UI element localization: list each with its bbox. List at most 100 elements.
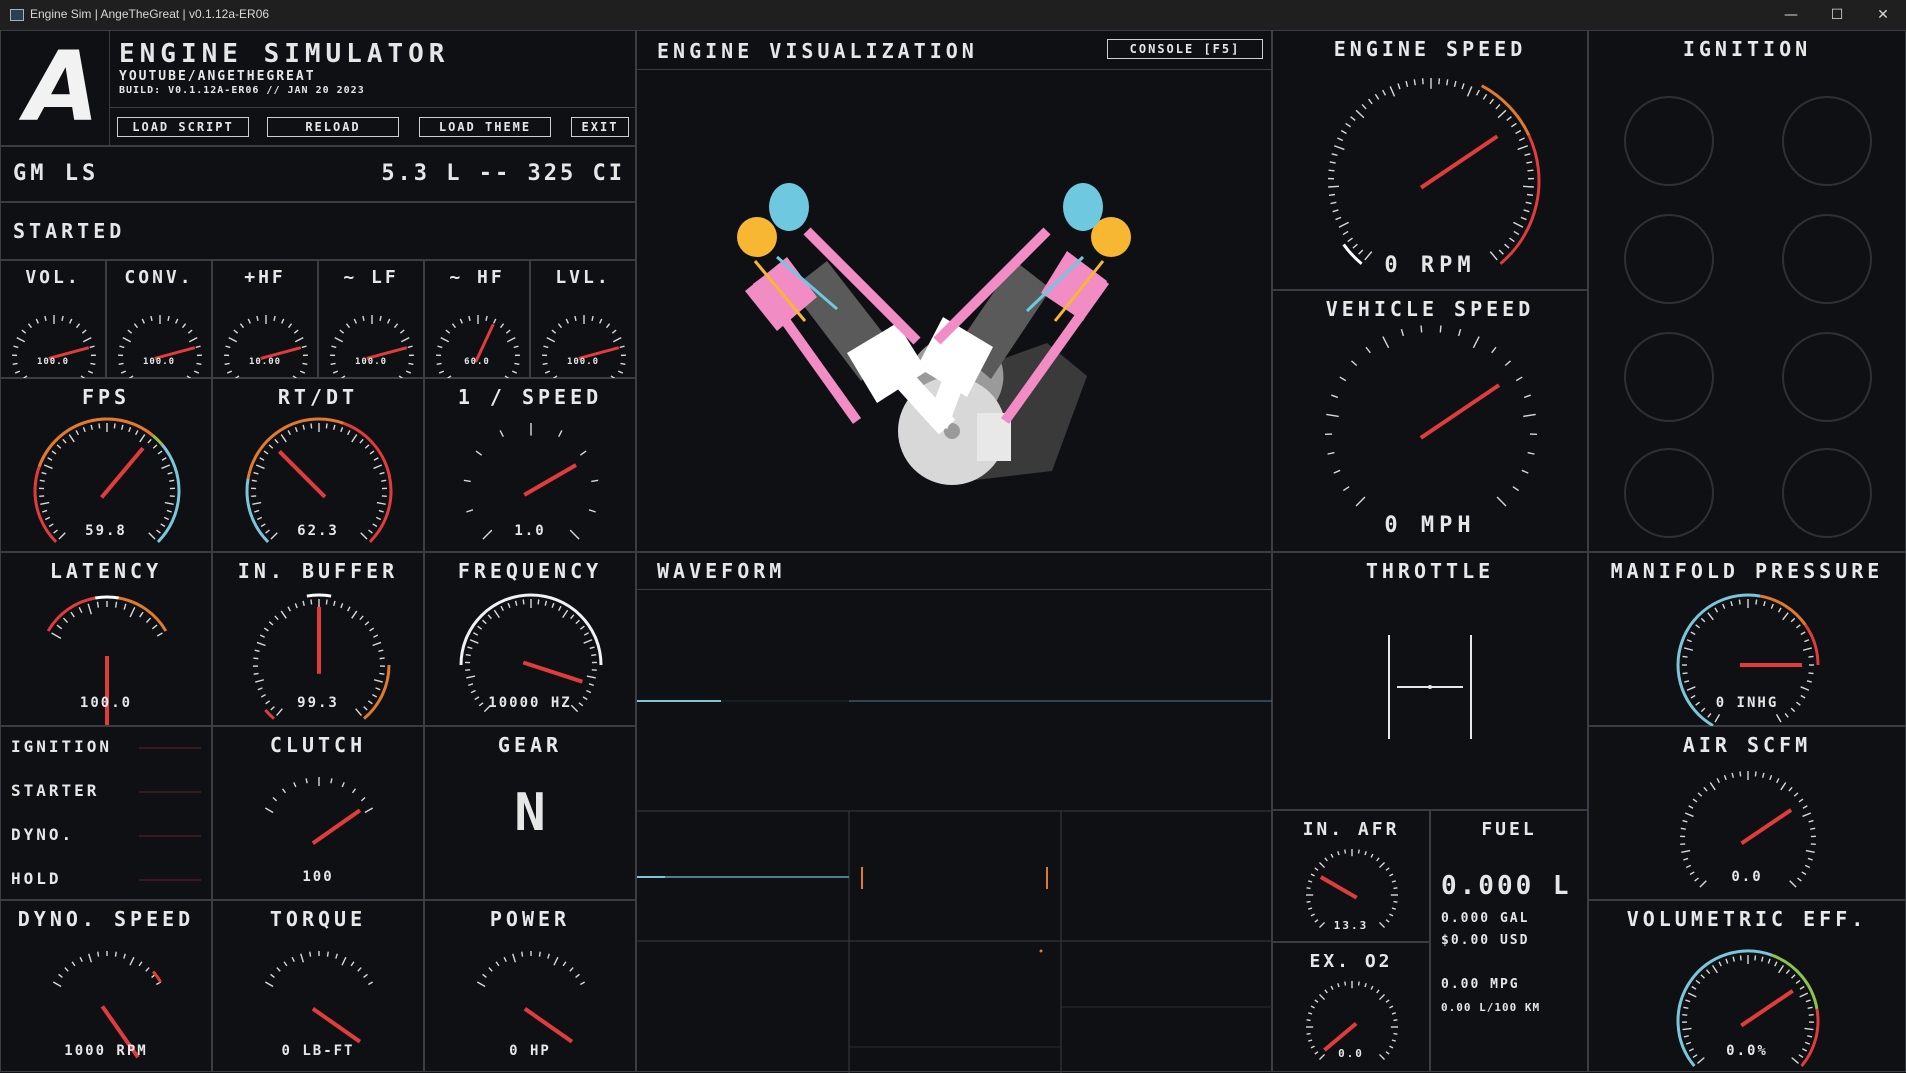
gauge-tick <box>1777 714 1782 722</box>
gauge-tick <box>379 510 384 512</box>
gauge-tick <box>188 330 192 333</box>
engine-info-panel: GM LS 5.3 L -- 325 CI <box>0 146 636 202</box>
gauge-tick <box>1331 854 1333 858</box>
gauge-tick <box>1377 858 1379 861</box>
gauge-tick <box>1801 687 1809 690</box>
exit-button[interactable]: EXIT <box>571 117 629 137</box>
gauge-tick <box>52 451 56 454</box>
gauge-tick <box>40 503 49 505</box>
build-info: BUILD: V0.1.12A-ER06 // JAN 20 2023 <box>119 85 365 96</box>
gauge-range-red <box>1500 135 1539 263</box>
gauge-tick <box>48 458 52 460</box>
gauge-tick <box>146 968 149 972</box>
gauge-tick <box>264 628 268 631</box>
gauge-tick <box>1490 99 1494 104</box>
gauge-tick <box>1473 337 1479 348</box>
maximize-button[interactable]: ☐ <box>1814 0 1860 30</box>
gauge-tick <box>15 371 20 373</box>
gauge-tick <box>1683 656 1688 657</box>
torque-value: 0 LB-FT <box>213 1043 423 1059</box>
gauge-tick <box>351 962 354 966</box>
gauge-tick <box>380 316 381 321</box>
gauge-tick <box>365 622 369 625</box>
gauge-tick <box>559 430 562 436</box>
gauge-tick <box>400 330 404 333</box>
gauge-tick <box>1701 975 1705 979</box>
gauge-tick <box>283 789 286 793</box>
gauge-tick <box>1755 955 1756 960</box>
gauge-tick <box>1518 146 1528 150</box>
gauge-tick <box>1693 799 1697 802</box>
app-icon <box>10 9 24 21</box>
gauge-tick <box>1307 902 1311 903</box>
inverse-speed-value: 1.0 <box>425 523 635 539</box>
gauge-tick <box>348 430 350 434</box>
gauge-tick <box>360 616 363 620</box>
gauge-tick <box>1713 965 1718 973</box>
gauge-tick <box>140 434 145 441</box>
gauge-tick <box>380 658 385 659</box>
gauge-tick <box>1688 993 1696 997</box>
gauge-tick <box>548 954 549 959</box>
minimize-button[interactable]: — <box>1768 0 1814 30</box>
gauge-tick <box>1732 773 1733 778</box>
gauge-tick <box>22 330 26 333</box>
gauge-tick <box>142 319 144 324</box>
gauge-tick <box>121 371 126 373</box>
gauge-tick <box>1505 361 1510 366</box>
gauge-tick <box>1724 775 1726 780</box>
gauge-tick <box>563 962 566 966</box>
dyno-speed-value: 1000 RPM <box>1 1043 211 1059</box>
gauge-tick <box>1359 850 1360 854</box>
gauge-tick <box>1325 990 1327 993</box>
gauge-tick <box>576 974 580 977</box>
air-scfm-value: 0.0 <box>1589 869 1905 885</box>
gauge-tick <box>253 658 258 659</box>
gauge-tick <box>1377 990 1379 993</box>
gauge-tick <box>378 650 383 651</box>
vehicle-speed-value: 0 MPH <box>1273 513 1587 538</box>
gauge-tick <box>274 316 275 321</box>
gauge-tick <box>580 451 586 455</box>
gauge-tick <box>70 319 72 324</box>
gauge-tick <box>1307 1020 1311 1021</box>
gauge-tick <box>342 782 344 787</box>
gauge-tick <box>584 640 592 643</box>
cylinder-3-indicator <box>1625 215 1713 303</box>
manifold-pressure-value: 0 INHG <box>1589 695 1905 711</box>
load-script-button[interactable]: LOAD SCRIPT <box>117 117 249 137</box>
gauge-tick <box>295 427 297 432</box>
gauge-tick <box>284 962 287 966</box>
gauge-tick <box>1786 970 1789 974</box>
gauge-tick <box>358 968 361 972</box>
gauge-tick <box>1740 771 1741 776</box>
gauge-tick <box>473 633 477 635</box>
gauge-tick <box>1497 497 1506 506</box>
load-theme-button[interactable]: LOAD THEME <box>419 117 551 137</box>
gauge-tick <box>1785 713 1788 717</box>
gauge-tick <box>1507 117 1512 121</box>
gauge-tick <box>618 371 623 373</box>
gauge-tick <box>254 673 259 674</box>
gauge-tick <box>335 338 343 342</box>
gauge-tick <box>467 647 472 648</box>
gauge-tick <box>1692 987 1696 990</box>
gauge-tick <box>363 316 364 321</box>
gauge-tick <box>294 782 296 787</box>
gauge-tick <box>311 599 312 604</box>
close-button[interactable]: ✕ <box>1860 0 1906 30</box>
gauge-tick <box>1528 453 1535 455</box>
gauge-tick <box>374 465 382 468</box>
gauge-tick <box>1524 210 1530 212</box>
gauge-tick <box>65 968 68 972</box>
gauge-tick <box>139 962 142 966</box>
gauge-tick <box>360 439 363 443</box>
reload-button[interactable]: RELOAD <box>267 117 399 137</box>
gauge-tick <box>240 324 243 328</box>
gauge-tick <box>1379 994 1384 999</box>
gauge-tick <box>552 330 556 333</box>
frequency-panel: FREQUENCY 10000 HZ <box>424 552 636 726</box>
gauge-tick <box>45 517 50 519</box>
clutch-value: 100 <box>213 869 423 885</box>
status-dyno: DYNO. <box>11 825 74 844</box>
